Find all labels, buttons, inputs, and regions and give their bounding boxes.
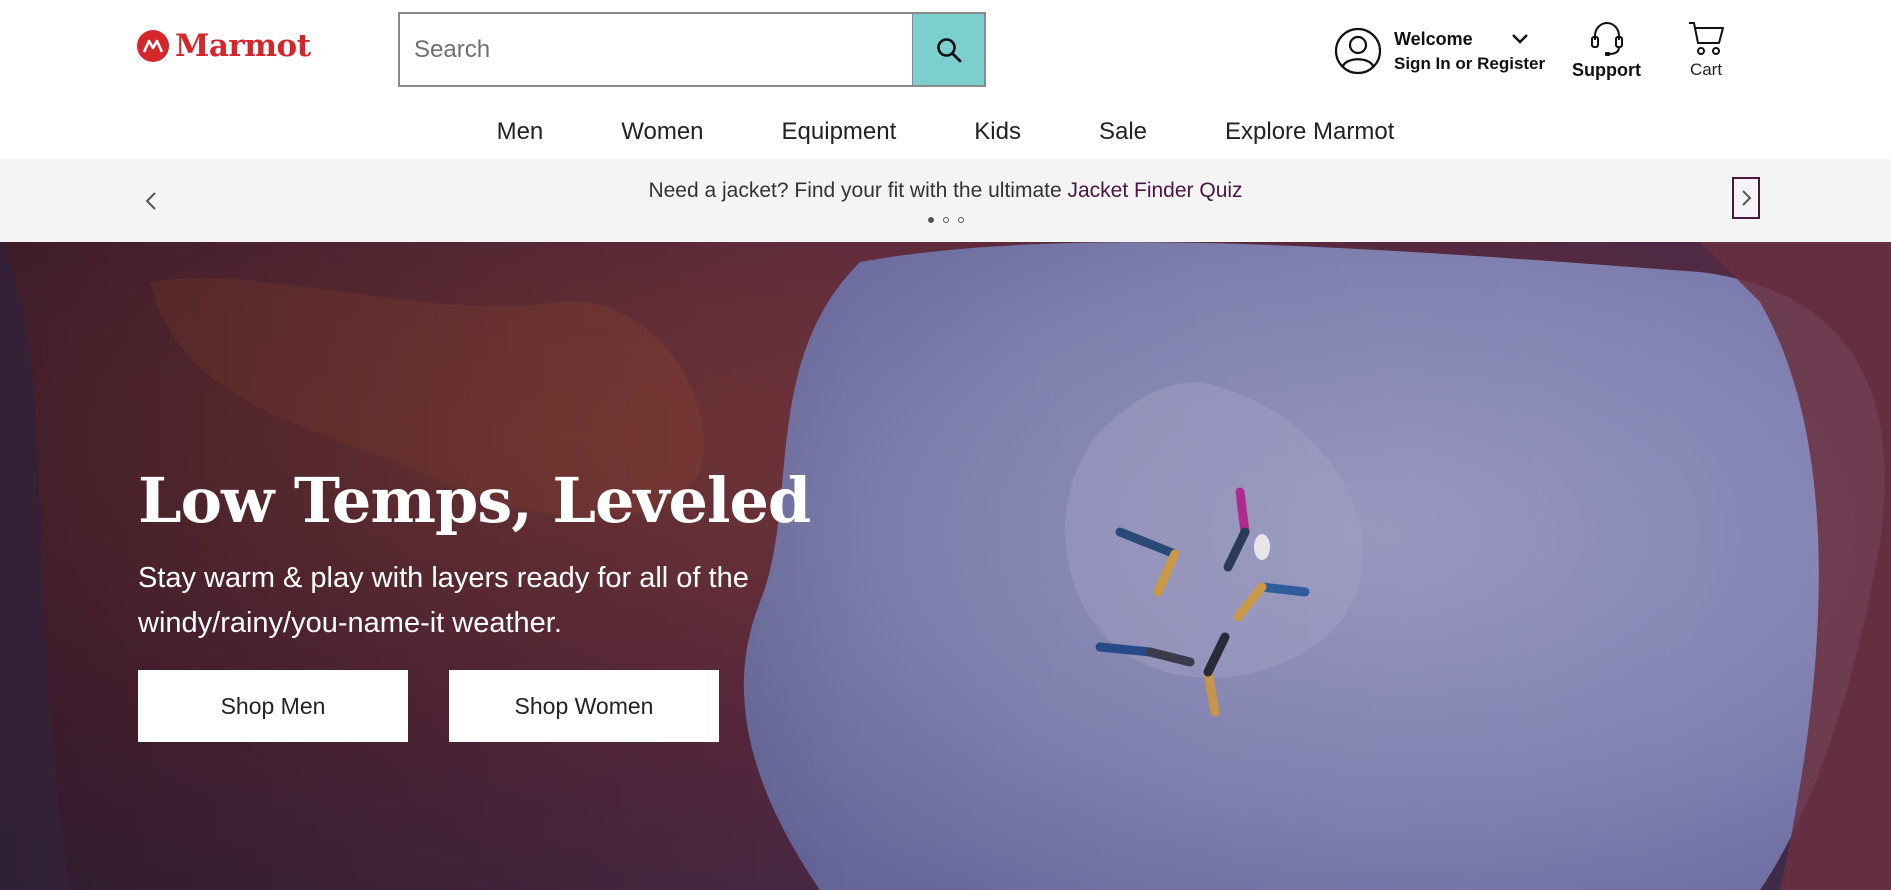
cart-label: Cart <box>1689 60 1723 79</box>
support-link[interactable]: Support <box>1572 18 1641 81</box>
nav-item-women[interactable]: Women <box>621 118 703 146</box>
promo-next-button[interactable] <box>1732 177 1760 219</box>
chevron-right-icon <box>1742 190 1752 206</box>
nav-item-equipment[interactable]: Equipment <box>782 118 897 146</box>
hero-subtitle: Stay warm & play with layers ready for a… <box>138 562 749 639</box>
cart-icon <box>1689 22 1724 55</box>
hero-title: Low Temps, Leveled <box>138 464 811 537</box>
promo-banner: Need a jacket? Find your fit with the ul… <box>0 159 1891 242</box>
nav-item-sale[interactable]: Sale <box>1099 118 1147 146</box>
brand-name: Marmot <box>175 27 311 64</box>
chevron-down-icon[interactable] <box>1511 33 1529 45</box>
nav-item-explore-marmot[interactable]: Explore Marmot <box>1225 118 1394 146</box>
main-nav: Men Women Equipment Kids Sale Explore Ma… <box>0 108 1891 156</box>
account-menu[interactable]: Welcome Sign In or Register <box>1334 27 1545 75</box>
hero-banner: Low Temps, Leveled Stay warm & play with… <box>0 242 1891 890</box>
search-icon <box>936 37 961 62</box>
marmot-logo[interactable]: Marmot <box>137 30 311 62</box>
welcome-label: Welcome <box>1394 28 1473 49</box>
promo-carousel-dots <box>0 217 1891 223</box>
nav-item-men[interactable]: Men <box>497 118 544 146</box>
search-input[interactable] <box>400 14 912 85</box>
cart-link[interactable]: Cart <box>1686 18 1726 80</box>
carousel-dot[interactable] <box>927 217 934 223</box>
shop-men-button[interactable]: Shop Men <box>138 670 408 742</box>
shop-women-button[interactable]: Shop Women <box>449 670 719 742</box>
marmot-mountain-icon <box>137 30 169 62</box>
support-label: Support <box>1572 60 1641 80</box>
promo-message: Need a jacket? Find your fit with the ul… <box>0 179 1891 203</box>
account-text: Welcome Sign In or Register <box>1394 29 1545 74</box>
nav-item-kids[interactable]: Kids <box>974 118 1021 146</box>
search-bar <box>398 12 986 87</box>
signin-register-link[interactable]: Sign In or Register <box>1394 54 1545 74</box>
jacket-finder-quiz-link[interactable]: Jacket Finder Quiz <box>1067 179 1242 202</box>
search-button[interactable] <box>912 14 984 85</box>
carousel-dot[interactable] <box>942 217 949 223</box>
user-icon <box>1334 27 1382 75</box>
promo-text: Need a jacket? Find your fit with the ul… <box>648 179 1068 202</box>
headset-icon <box>1590 21 1623 56</box>
carousel-dot[interactable] <box>957 217 964 223</box>
site-header: Marmot Welcome Sign In or Register <box>0 0 1891 100</box>
